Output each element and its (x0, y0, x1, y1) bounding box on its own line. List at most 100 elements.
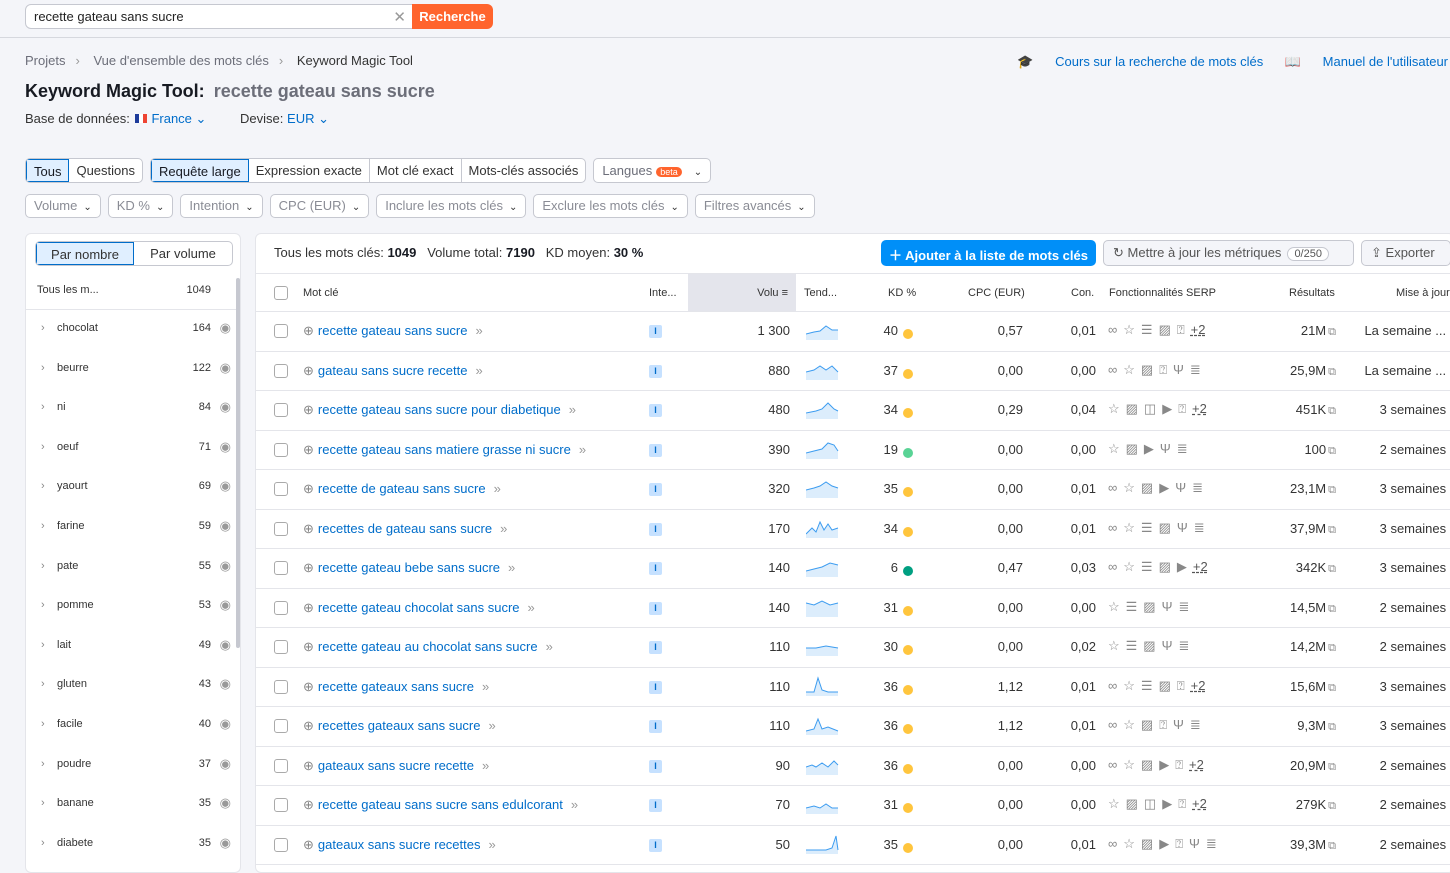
select-all-checkbox[interactable] (274, 286, 288, 300)
serp-view-icon[interactable]: ⧉ (1328, 682, 1336, 694)
clear-icon[interactable]: ✕ (393, 8, 406, 26)
row-checkbox[interactable] (274, 600, 288, 615)
add-circle-icon[interactable]: ⊕ (303, 363, 314, 378)
eye-icon[interactable]: ◉ (220, 756, 231, 772)
eye-icon[interactable]: ◉ (220, 597, 231, 613)
group-item[interactable]: › chocolat 164 ◉ (26, 310, 236, 350)
add-circle-icon[interactable]: ⊕ (303, 600, 314, 615)
serp-view-icon[interactable]: ⧉ (1328, 405, 1336, 417)
keyword-cell[interactable]: ⊕ recette de gateau sans sucre» (303, 470, 501, 509)
filter-dropdown[interactable]: Filtres avancés ⌄ (694, 194, 815, 218)
double-chevron-icon[interactable]: » (476, 323, 483, 338)
double-chevron-icon[interactable]: » (476, 363, 483, 378)
serp-view-icon[interactable]: ⧉ (1328, 800, 1336, 812)
group-item[interactable]: › gluten 43 ◉ (26, 666, 236, 706)
tab-all[interactable]: Tous (26, 159, 70, 182)
group-item[interactable]: › facile 40 ◉ (26, 706, 236, 746)
double-chevron-icon[interactable]: » (546, 639, 553, 654)
col-kd[interactable]: KD % (888, 274, 916, 311)
group-item[interactable]: › farine 59 ◉ (26, 508, 236, 548)
tab-broad[interactable]: Requête large (151, 159, 249, 182)
more-features-link[interactable]: +2 (1191, 678, 1206, 693)
keyword-cell[interactable]: ⊕ recettes de gateau sans sucre» (303, 510, 507, 549)
add-circle-icon[interactable]: ⊕ (303, 639, 314, 654)
row-checkbox[interactable] (274, 640, 288, 654)
col-cpc[interactable]: CPC (EUR) (968, 274, 1025, 311)
eye-icon[interactable]: ◉ (220, 676, 231, 692)
eye-icon[interactable]: ◉ (220, 795, 231, 811)
double-chevron-icon[interactable]: » (579, 442, 586, 457)
eye-icon[interactable]: ◉ (220, 478, 231, 494)
keyword-cell[interactable]: ⊕ gateaux sans sucre recette» (303, 747, 489, 786)
col-serp[interactable]: Fonctionnalités SERP (1109, 274, 1216, 311)
double-chevron-icon[interactable]: » (494, 481, 501, 496)
by-volume-toggle[interactable]: Par volume (134, 242, 232, 265)
keyword-cell[interactable]: ⊕ recette gateau sans matiere grasse ni s… (303, 431, 586, 470)
eye-icon[interactable]: ◉ (220, 360, 231, 376)
keyword-cell[interactable]: ⊕ recette gateau sans sucre sans edulcora… (303, 786, 578, 825)
row-checkbox[interactable] (274, 561, 288, 575)
serp-view-icon[interactable]: ⧉ (1328, 642, 1336, 654)
double-chevron-icon[interactable]: » (528, 600, 535, 615)
group-item[interactable]: › poudre 37 ◉ (26, 746, 236, 786)
serp-view-icon[interactable]: ⧉ (1328, 524, 1336, 536)
row-checkbox[interactable] (274, 837, 288, 852)
update-metrics-button[interactable]: ↻ Mettre à jour les métriques 0/250 (1103, 240, 1354, 266)
more-features-link[interactable]: +2 (1192, 796, 1207, 811)
col-intent[interactable]: Inte... (649, 274, 677, 311)
group-item[interactable]: › pate 55 ◉ (26, 548, 236, 588)
col-trend[interactable]: Tend... (804, 274, 837, 311)
add-circle-icon[interactable]: ⊕ (303, 402, 314, 417)
row-checkbox[interactable] (274, 403, 288, 417)
languages-dropdown[interactable]: Langues beta ⌄ (593, 158, 712, 183)
double-chevron-icon[interactable]: » (571, 797, 578, 812)
filter-dropdown[interactable]: Exclure les mots clés ⌄ (533, 194, 688, 218)
add-circle-icon[interactable]: ⊕ (303, 797, 314, 812)
group-item[interactable]: › yaourt 69 ◉ (26, 468, 236, 508)
search-input[interactable]: recette gateau sans sucre ✕ (25, 4, 415, 29)
group-item[interactable]: › beurre 122 ◉ (26, 350, 236, 390)
eye-icon[interactable]: ◉ (220, 835, 231, 851)
eye-icon[interactable]: ◉ (220, 439, 231, 455)
add-circle-icon[interactable]: ⊕ (303, 323, 314, 338)
serp-view-icon[interactable]: ⧉ (1328, 603, 1336, 615)
row-checkbox[interactable] (274, 719, 288, 733)
add-circle-icon[interactable]: ⊕ (303, 679, 314, 694)
more-features-link[interactable]: +2 (1193, 559, 1208, 574)
tab-related[interactable]: Mots-clés associés (462, 159, 586, 182)
serp-view-icon[interactable]: ⧉ (1328, 484, 1336, 496)
tab-questions[interactable]: Questions (69, 159, 142, 182)
group-item[interactable]: › banane 35 ◉ (26, 785, 236, 825)
keyword-cell[interactable]: ⊕ recette gateau sans sucre» (303, 312, 483, 351)
row-checkbox[interactable] (274, 442, 288, 457)
keyword-cell[interactable]: ⊕ recette gateau sans sucre pour diabetiq… (303, 391, 576, 430)
database-select[interactable]: France ⌄ (151, 111, 206, 126)
row-checkbox[interactable] (274, 363, 288, 378)
serp-view-icon[interactable]: ⧉ (1328, 366, 1336, 378)
double-chevron-icon[interactable]: » (489, 837, 496, 852)
add-circle-icon[interactable]: ⊕ (303, 718, 314, 733)
search-button[interactable]: Recherche (412, 4, 493, 29)
row-checkbox[interactable] (274, 521, 288, 536)
row-checkbox[interactable] (274, 482, 288, 496)
tab-phrase[interactable]: Expression exacte (249, 159, 370, 182)
keyword-cell[interactable]: ⊕ recettes gateaux sans sucre» (303, 707, 496, 746)
filter-dropdown[interactable]: Inclure les mots clés ⌄ (376, 194, 527, 218)
crumb-overview[interactable]: Vue d'ensemble des mots clés (93, 53, 268, 68)
row-checkbox[interactable] (274, 679, 288, 694)
row-checkbox[interactable] (274, 798, 288, 812)
more-features-link[interactable]: +2 (1191, 322, 1206, 337)
col-competition[interactable]: Con. (1071, 274, 1094, 311)
add-circle-icon[interactable]: ⊕ (303, 837, 314, 852)
manual-link[interactable]: 📖 Manuel de l'utilisateur (1285, 54, 1448, 69)
currency-select[interactable]: EUR ⌄ (287, 111, 329, 126)
eye-icon[interactable]: ◉ (220, 558, 231, 574)
group-item[interactable]: › oeuf 71 ◉ (26, 429, 236, 469)
double-chevron-icon[interactable]: » (569, 402, 576, 417)
serp-view-icon[interactable]: ⧉ (1328, 761, 1336, 773)
group-item[interactable]: › pomme 53 ◉ (26, 587, 236, 627)
group-all[interactable]: Tous les m... 1049 (26, 278, 236, 310)
filter-dropdown[interactable]: CPC (EUR) ⌄ (269, 194, 370, 218)
add-circle-icon[interactable]: ⊕ (303, 758, 314, 773)
more-features-link[interactable]: +2 (1192, 401, 1207, 416)
